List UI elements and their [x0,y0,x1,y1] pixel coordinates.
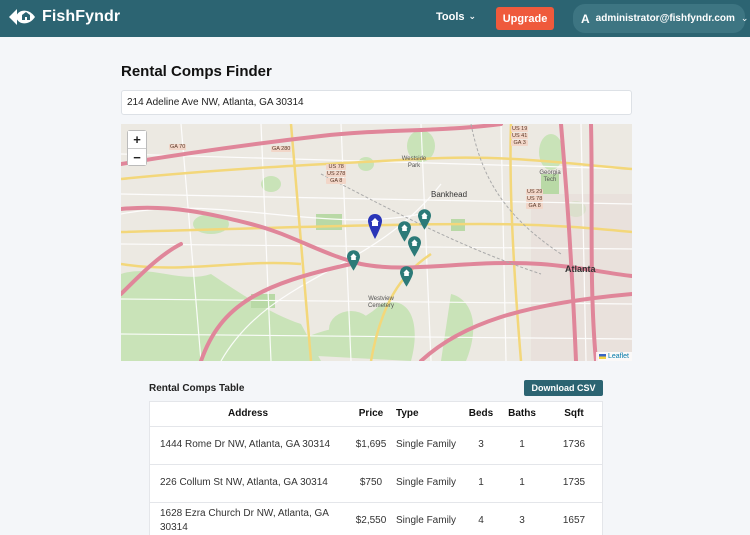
column-header-type: Type [396,402,462,427]
brand-name: FishFyndr [42,8,121,25]
cell-price: $1,695 [346,426,396,465]
upgrade-button[interactable]: Upgrade [496,7,554,30]
map-label-ga3: GA 3 [511,140,529,146]
column-header-address: Address [150,402,346,427]
cell-beds: 4 [462,502,500,535]
cell-address: 1444 Rome Dr NW, Atlanta, GA 30314 [150,426,346,465]
cell-baths: 3 [500,502,544,535]
comp-marker[interactable] [347,250,360,271]
table-row[interactable]: 226 Collum St NW, Atlanta, GA 30314 $750… [150,464,602,503]
table-row[interactable]: 1444 Rome Dr NW, Atlanta, GA 30314 $1,69… [150,426,602,465]
cell-type: Single Family [396,464,462,503]
address-input[interactable] [121,90,632,115]
account-menu[interactable]: A administrator@fishfyndr.com ⌄ [573,4,748,33]
cell-sqft: 1657 [544,502,602,535]
map-attribution[interactable]: Leaflet [595,352,632,361]
chevron-down-icon: ⌄ [468,10,477,21]
map-label-us278: US 278 [326,171,347,177]
comp-marker[interactable] [418,209,431,230]
map-label-us78-east: US 78 [526,196,544,202]
cell-price: $2,550 [346,502,396,535]
map-label-georgia-tech: Georgia Tech [539,170,561,183]
column-header-price: Price [346,402,396,427]
cell-sqft: 1735 [544,464,602,503]
map-label-westview: Westview Cemetery [367,296,394,309]
column-header-sqft: Sqft [544,402,602,427]
cell-type: Single Family [396,502,462,535]
table-row[interactable]: 1628 Ezra Church Dr NW, Atlanta, GA 3031… [150,502,602,535]
map-label-us41: US 41 [511,133,529,139]
fish-logo-icon [9,9,35,25]
column-header-beds: Beds [462,402,500,427]
map-tiles [121,124,632,361]
map-label-westside: Westside Park [401,156,427,169]
avatar: A [581,11,590,26]
account-email: administrator@fishfyndr.com [595,13,735,24]
map-label-ga8-east: GA 8 [526,203,544,209]
map-label-us19: US 19 [511,126,529,132]
cell-price: $750 [346,464,396,503]
column-header-baths: Baths [500,402,544,427]
zoom-in-button[interactable]: + [128,131,146,148]
cell-sqft: 1736 [544,426,602,465]
table-header-row: Address Price Type Beds Baths Sqft [150,402,602,427]
map-label-bankhead: Bankhead [431,190,468,199]
cell-address: 1628 Ezra Church Dr NW, Atlanta, GA 3031… [150,502,346,535]
cell-beds: 1 [462,464,500,503]
map-label-ga280: GA 280 [271,146,292,152]
cell-baths: 1 [500,426,544,465]
tools-label: Tools [436,11,465,23]
subject-property-marker[interactable] [368,214,382,239]
download-csv-button[interactable]: Download CSV [524,380,603,396]
comps-table: Address Price Type Beds Baths Sqft 1444 … [150,402,602,535]
comp-marker[interactable] [400,266,413,287]
zoom-out-button[interactable]: − [128,148,146,165]
zoom-control: + − [127,130,147,166]
map-label-atlanta: Atlanta [565,264,596,274]
map-label-us78: US 78 [326,164,347,170]
map-label-ga8: GA 8 [326,178,347,184]
table-heading: Rental Comps Table [149,383,245,394]
cell-address: 226 Collum St NW, Atlanta, GA 30314 [150,464,346,503]
page-title: Rental Comps Finder [121,63,272,80]
cell-type: Single Family [396,426,462,465]
comps-map[interactable]: GA 70 GA 280 US 78 US 278 GA 8 US 19 US … [121,124,632,361]
map-label-us29: US 29 [526,189,544,195]
chevron-down-icon: ⌄ [740,13,749,23]
comps-table-container: Address Price Type Beds Baths Sqft 1444 … [149,401,603,535]
comp-marker[interactable] [408,236,421,257]
cell-beds: 3 [462,426,500,465]
cell-baths: 1 [500,464,544,503]
top-navbar: FishFyndr Tools ⌄ Upgrade A administrato… [0,0,750,37]
map-label-ga70: GA 70 [169,144,187,150]
brand-logo[interactable]: FishFyndr [7,6,120,28]
attribution-link[interactable]: Leaflet [608,353,629,360]
ukraine-flag-icon [598,354,606,359]
tools-menu[interactable]: Tools ⌄ [436,10,477,24]
